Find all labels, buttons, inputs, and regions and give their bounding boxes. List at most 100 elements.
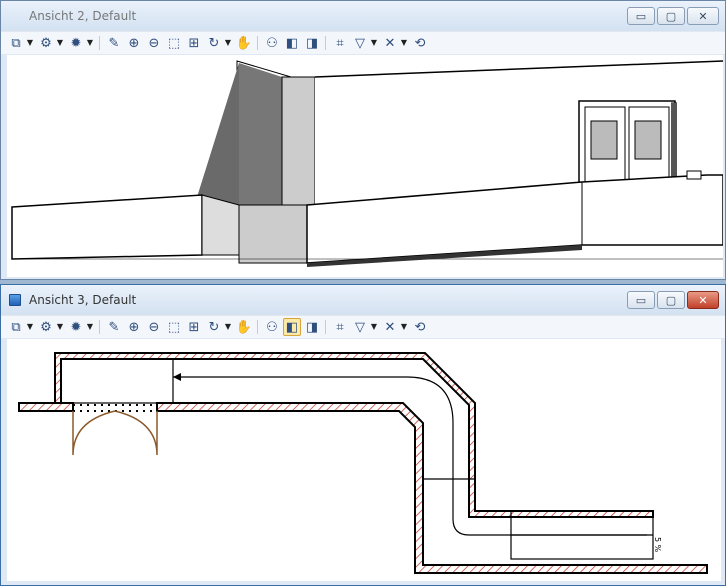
clip-volume-icon[interactable]: ⌗ [331,318,349,336]
update-view-icon: ✎ [108,35,120,51]
view-attributes-icon[interactable]: ⧉ [7,318,25,336]
display-style-icon[interactable]: ⚙ [37,34,55,52]
chevron-down-icon: ▼ [370,322,378,331]
next-view-icon[interactable]: ◨ [303,318,321,336]
wall-outer [54,352,654,518]
view-toolbar: ⧉ ▼ ⚙ ▼ ✹ ▼ ✎ ⊕ ⊖ ⬚ ⊞ ↻ ▼ ✋ ⚇ ◧ ◨ ⌗ ▽ ▼ ✕ ▼ ⟲ [1,315,725,338]
toolbar-separator [325,36,326,50]
rotate-view-icon: ↻ [208,319,220,335]
display-style-icon: ⚙ [40,35,52,51]
title-bar[interactable]: Ansicht 2, Default ▭ ▢ ✕ [1,1,725,31]
zoom-in-icon[interactable]: ⊕ [125,34,143,52]
zoom-out-icon[interactable]: ⊖ [145,318,163,336]
chevron-down-icon[interactable]: ▼ [223,34,233,52]
direction-arrow [173,373,181,381]
wall-shaded-face [239,63,282,205]
view-window-3: Ansicht 3, Default ▭ ▢ ✕ ⧉ ▼ ⚙ ▼ ✹ ▼ ✎ ⊕ ⊖ ⬚ ⊞ ↻ ▼ ✋ ⚇… [0,284,726,586]
zoom-in-icon[interactable]: ⊕ [125,318,143,336]
update-view-icon[interactable]: ✎ [105,318,123,336]
update-view-icon: ✎ [108,319,120,335]
view-tools-icon[interactable]: ✕ [381,34,399,52]
view-window-2: Ansicht 2, Default ▭ ▢ ✕ ⧉ ▼ ⚙ ▼ ✹ ▼ ✎ ⊕ ⊖ ⬚ ⊞ ↻ ▼ ✋ ⚇… [0,0,726,280]
chevron-down-icon: ▼ [26,38,34,47]
minimize-button[interactable]: ▭ [627,291,655,309]
rotate-view-icon[interactable]: ↻ [205,318,223,336]
view-toggle-icon: ⟲ [414,35,426,51]
walk-icon[interactable]: ⚇ [263,34,281,52]
walk-icon: ⚇ [266,35,278,51]
previous-view-icon[interactable]: ◧ [283,318,301,336]
maximize-button[interactable]: ▢ [657,7,685,25]
view-plan-canvas[interactable]: 5 % [7,339,721,581]
view-attributes-icon[interactable]: ⧉ [7,34,25,52]
pan-view-icon[interactable]: ✋ [235,34,253,52]
close-button[interactable]: ✕ [687,291,719,309]
chevron-down-icon: ▼ [400,322,408,331]
view-attributes-icon: ⧉ [11,35,21,51]
parapet-corner [238,204,308,264]
view-toggle-icon: ⟲ [414,319,426,335]
pan-view-icon[interactable]: ✋ [235,318,253,336]
chevron-down-icon[interactable]: ▼ [25,34,35,52]
chevron-down-icon[interactable]: ▼ [223,318,233,336]
view-3d-canvas[interactable] [7,55,723,277]
view-tools-icon[interactable]: ✕ [381,318,399,336]
chevron-down-icon[interactable]: ▼ [399,34,409,52]
room-outline [60,358,174,404]
minimize-button[interactable]: ▭ [627,7,655,25]
chevron-down-icon[interactable]: ▼ [55,34,65,52]
previous-view-icon[interactable]: ◧ [283,34,301,52]
walk-icon[interactable]: ⚇ [263,318,281,336]
chevron-down-icon[interactable]: ▼ [399,318,409,336]
caption-buttons: ▭ ▢ ✕ [627,291,719,309]
display-style-icon[interactable]: ⚙ [37,318,55,336]
lighting-icon[interactable]: ✹ [67,318,85,336]
floor-plan: 5 % [18,352,708,574]
zoom-out-icon[interactable]: ⊖ [145,34,163,52]
previous-view-icon: ◧ [285,319,299,335]
clip-volume-icon: ⌗ [336,319,344,335]
chevron-down-icon[interactable]: ▼ [369,34,379,52]
fit-view-icon: ⊞ [188,35,200,51]
title-bar[interactable]: Ansicht 3, Default ▭ ▢ ✕ [1,285,725,315]
chevron-down-icon: ▼ [56,38,64,47]
door-swing [114,410,158,456]
close-button[interactable]: ✕ [687,7,719,25]
window-area-icon[interactable]: ⬚ [165,34,183,52]
next-view-icon: ◨ [305,319,319,335]
chevron-down-icon[interactable]: ▼ [25,318,35,336]
view-toggle-icon[interactable]: ⟲ [411,318,429,336]
wall-lit-face [281,76,316,206]
toolbar-separator [257,36,258,50]
window-area-icon[interactable]: ⬚ [165,318,183,336]
window-title: Ansicht 2, Default [29,9,137,23]
chevron-down-icon: ▼ [26,322,34,331]
previous-view-icon: ◧ [285,35,299,51]
rotate-view-icon[interactable]: ↻ [205,34,223,52]
update-view-icon[interactable]: ✎ [105,34,123,52]
view-attributes-icon: ⧉ [11,319,21,335]
chevron-down-icon: ▼ [86,322,94,331]
view-tools-icon: ✕ [384,35,396,51]
fit-view-icon: ⊞ [188,319,200,335]
chevron-down-icon: ▼ [370,38,378,47]
pan-view-icon: ✋ [235,35,253,51]
chevron-down-icon[interactable]: ▼ [85,34,95,52]
fit-view-icon[interactable]: ⊞ [185,34,203,52]
lighting-icon[interactable]: ✹ [67,34,85,52]
view-filter-icon[interactable]: ▽ [351,318,369,336]
maximize-button[interactable]: ▢ [657,291,685,309]
walk-icon: ⚇ [266,319,278,335]
door-window [590,120,618,160]
parapet [11,194,203,260]
view-toggle-icon[interactable]: ⟲ [411,34,429,52]
view-filter-icon[interactable]: ▽ [351,34,369,52]
next-view-icon[interactable]: ◨ [303,34,321,52]
lighting-icon: ✹ [70,319,82,335]
chevron-down-icon[interactable]: ▼ [369,318,379,336]
chevron-down-icon[interactable]: ▼ [55,318,65,336]
clip-volume-icon[interactable]: ⌗ [331,34,349,52]
chevron-down-icon[interactable]: ▼ [85,318,95,336]
fit-view-icon[interactable]: ⊞ [185,318,203,336]
wall-inner [156,402,708,574]
